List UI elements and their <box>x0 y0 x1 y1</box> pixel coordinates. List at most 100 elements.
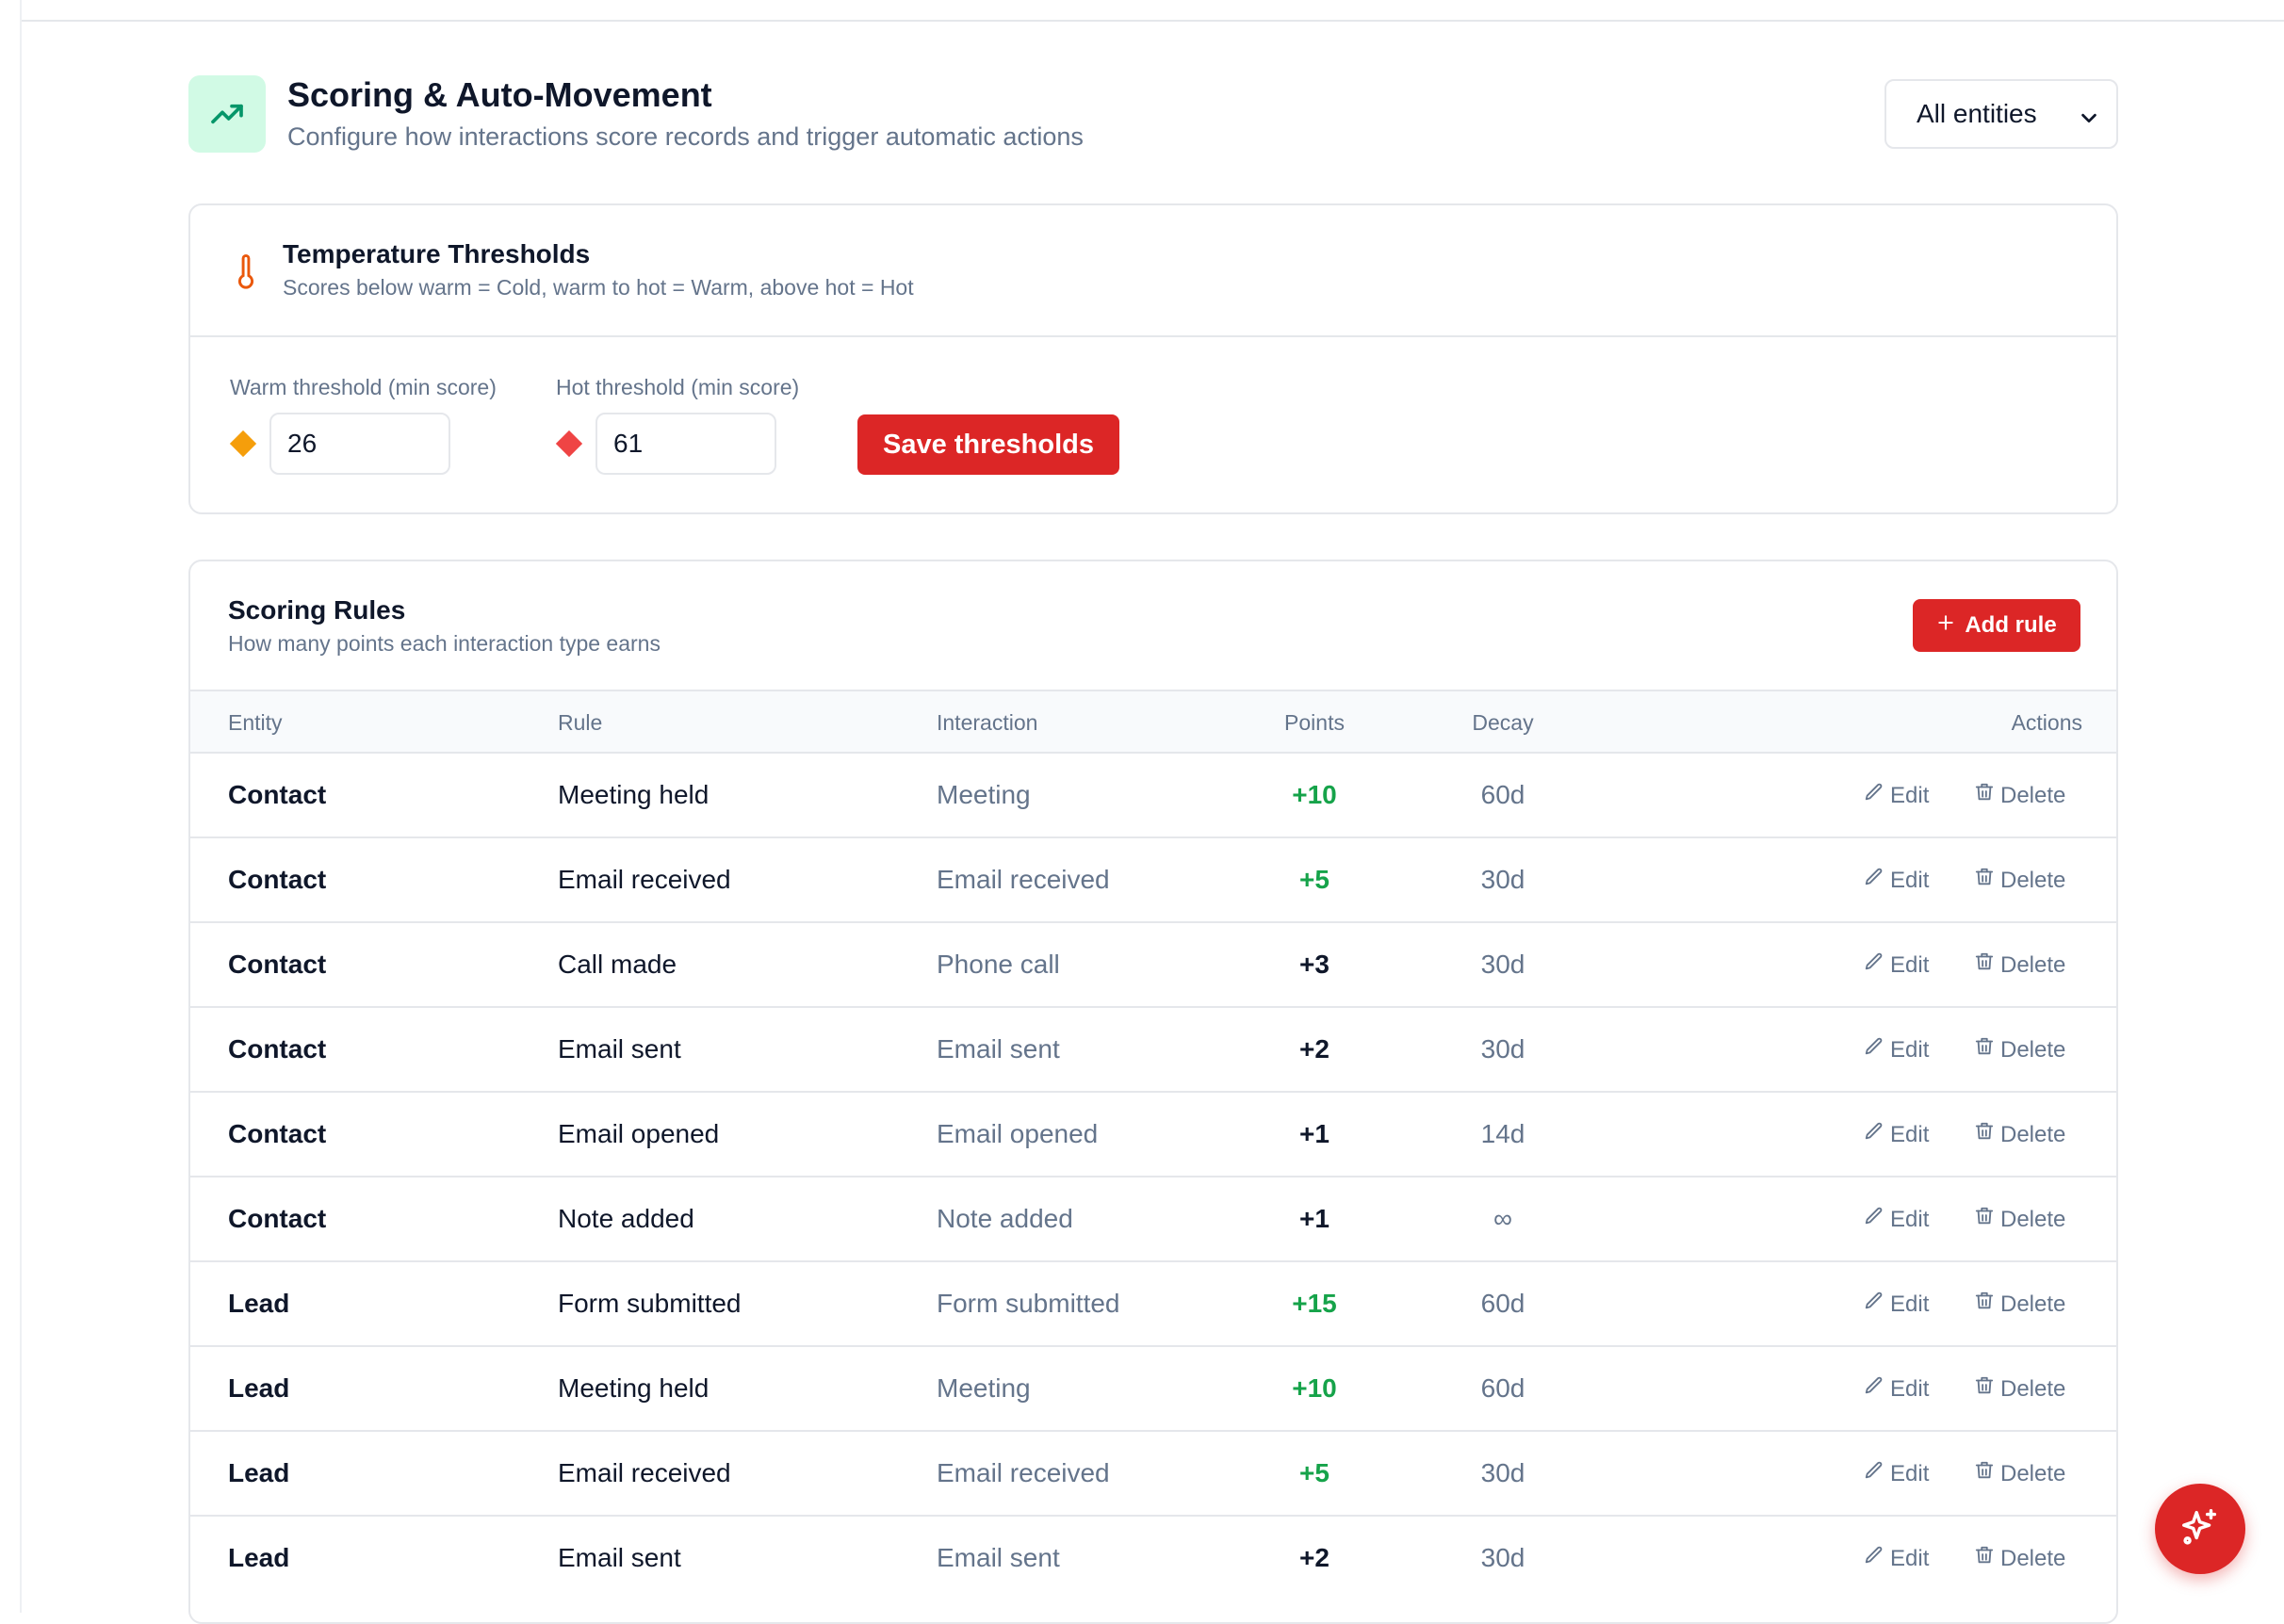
pencil-icon <box>1864 1121 1884 1148</box>
entity-filter-select[interactable]: All entities <box>1884 79 2118 149</box>
cell-decay: 30d <box>1480 1543 1525 1572</box>
edit-label: Edit <box>1890 1206 1930 1232</box>
delete-label: Delete <box>2000 1206 2066 1232</box>
edit-rule-button[interactable]: Edit <box>1864 1375 1929 1403</box>
column-header-rule[interactable]: Rule <box>558 710 602 736</box>
pencil-icon <box>1864 1545 1884 1572</box>
trash-icon <box>1974 1375 1995 1403</box>
delete-rule-button[interactable]: Delete <box>1974 782 2065 809</box>
edit-label: Edit <box>1890 1121 1930 1147</box>
table-row: Contact Email received Email received +5 30d… <box>190 836 2116 921</box>
edit-label: Edit <box>1890 782 1930 808</box>
cell-rule: Call made <box>558 950 677 979</box>
cell-interaction: Meeting <box>937 780 1031 809</box>
cell-decay: 30d <box>1480 1458 1525 1487</box>
cell-interaction: Note added <box>937 1204 1073 1233</box>
column-header-entity[interactable]: Entity <box>228 710 283 736</box>
warm-threshold-input[interactable]: 26 <box>269 413 450 475</box>
cell-entity: Lead <box>228 1458 290 1487</box>
table-row: Contact Note added Note added +1 ∞ Edit Delete <box>190 1176 2116 1260</box>
add-rule-label: Add rule <box>1965 612 2057 638</box>
edit-rule-button[interactable]: Edit <box>1864 951 1929 979</box>
edit-rule-button[interactable]: Edit <box>1864 1545 1929 1572</box>
column-header-interaction[interactable]: Interaction <box>937 710 1037 736</box>
table-row: Contact Email opened Email opened +1 14d Edit… <box>190 1091 2116 1176</box>
card-title: Temperature Thresholds <box>283 239 591 268</box>
cell-points: +2 <box>1299 1034 1330 1064</box>
column-header-points[interactable]: Points <box>1255 710 1374 736</box>
edit-rule-button[interactable]: Edit <box>1864 1206 1929 1233</box>
delete-rule-button[interactable]: Delete <box>1974 1291 2065 1318</box>
table-header: Entity Rule Interaction Points Decay Act… <box>190 690 2116 752</box>
left-rail <box>0 0 22 1613</box>
delete-rule-button[interactable]: Delete <box>1974 951 2065 979</box>
trash-icon <box>1974 782 1995 809</box>
delete-rule-button[interactable]: Delete <box>1974 1375 2065 1403</box>
cell-decay: 60d <box>1480 780 1525 809</box>
cell-interaction: Meeting <box>937 1373 1031 1403</box>
cell-points: +1 <box>1299 1204 1330 1233</box>
card-subtitle: How many points each interaction type ea… <box>228 631 661 656</box>
cell-points: +1 <box>1299 1119 1330 1148</box>
pencil-icon <box>1864 1460 1884 1487</box>
cell-decay: 30d <box>1480 865 1525 894</box>
delete-rule-button[interactable]: Delete <box>1974 1036 2065 1064</box>
delete-rule-button[interactable]: Delete <box>1974 1206 2065 1233</box>
column-header-actions: Actions <box>2011 710 2082 735</box>
pencil-icon <box>1864 1291 1884 1318</box>
cell-rule: Email sent <box>558 1543 681 1572</box>
trash-icon <box>1974 1291 1995 1318</box>
ai-assistant-button[interactable] <box>2155 1484 2245 1574</box>
pencil-icon <box>1864 1375 1884 1403</box>
delete-rule-button[interactable]: Delete <box>1974 1545 2065 1572</box>
cell-rule: Email opened <box>558 1119 720 1148</box>
trash-icon <box>1974 1036 1995 1064</box>
delete-label: Delete <box>2000 1291 2066 1317</box>
cell-entity: Lead <box>228 1373 290 1403</box>
edit-rule-button[interactable]: Edit <box>1864 1036 1929 1064</box>
edit-label: Edit <box>1890 951 1930 978</box>
delete-rule-button[interactable]: Delete <box>1974 1121 2065 1148</box>
pencil-icon <box>1864 867 1884 894</box>
cell-entity: Contact <box>228 1034 327 1064</box>
delete-label: Delete <box>2000 782 2066 808</box>
warm-diamond-icon <box>229 430 257 458</box>
table-row: Lead Meeting held Meeting +10 60d Edit Delete <box>190 1345 2116 1430</box>
delete-rule-button[interactable]: Delete <box>1974 867 2065 894</box>
cell-rule: Form submitted <box>558 1289 742 1318</box>
edit-rule-button[interactable]: Edit <box>1864 867 1929 894</box>
delete-label: Delete <box>2000 1375 2066 1402</box>
table-row: Lead Email sent Email sent +2 30d Edit Delete <box>190 1515 2116 1600</box>
trash-icon <box>1974 951 1995 979</box>
table-row: Contact Meeting held Meeting +10 60d Edit Dele… <box>190 752 2116 836</box>
table-row: Contact Call made Phone call +3 30d Edit Delet… <box>190 921 2116 1006</box>
cell-rule: Note added <box>558 1204 694 1233</box>
top-bar <box>0 0 2284 22</box>
thermometer-icon <box>236 254 256 295</box>
cell-decay: 30d <box>1480 1034 1525 1064</box>
chevron-down-icon <box>2079 105 2099 135</box>
edit-rule-button[interactable]: Edit <box>1864 1121 1929 1148</box>
cell-points: +5 <box>1299 1458 1330 1487</box>
column-header-decay[interactable]: Decay <box>1444 710 1562 736</box>
trash-icon <box>1974 1460 1995 1487</box>
delete-rule-button[interactable]: Delete <box>1974 1460 2065 1487</box>
add-rule-button[interactable]: Add rule <box>1913 599 2080 652</box>
edit-label: Edit <box>1890 1375 1930 1402</box>
edit-label: Edit <box>1890 1460 1930 1486</box>
edit-label: Edit <box>1890 1291 1930 1317</box>
trending-up-icon <box>188 75 266 153</box>
table-row: Contact Email sent Email sent +2 30d Edit Dele… <box>190 1006 2116 1091</box>
delete-label: Delete <box>2000 951 2066 978</box>
trash-icon <box>1974 867 1995 894</box>
cell-points: +3 <box>1299 950 1330 979</box>
hot-threshold-input[interactable]: 61 <box>595 413 776 475</box>
warm-threshold-label: Warm threshold (min score) <box>230 375 497 399</box>
edit-label: Edit <box>1890 1545 1930 1571</box>
edit-rule-button[interactable]: Edit <box>1864 1291 1929 1318</box>
edit-rule-button[interactable]: Edit <box>1864 1460 1929 1487</box>
save-thresholds-button[interactable]: Save thresholds <box>857 414 1119 475</box>
hot-threshold-label: Hot threshold (min score) <box>556 375 800 399</box>
cell-interaction: Email opened <box>937 1119 1099 1148</box>
edit-rule-button[interactable]: Edit <box>1864 782 1929 809</box>
